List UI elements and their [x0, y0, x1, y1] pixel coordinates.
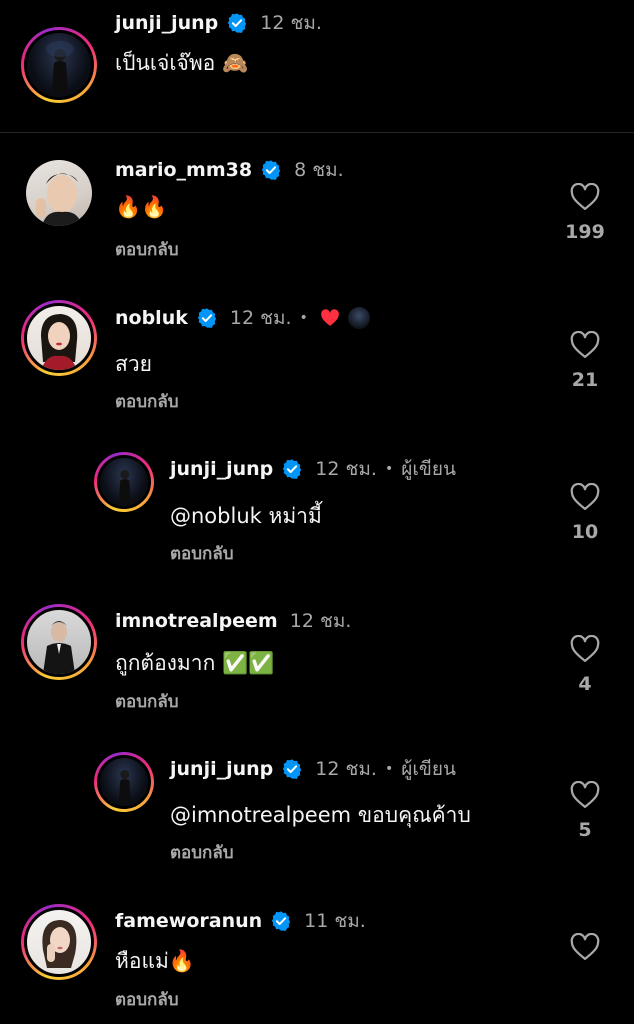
- heart-outline-icon[interactable]: [570, 933, 600, 961]
- comment-time: 12 ชม.: [315, 758, 377, 780]
- username[interactable]: junji_junp: [170, 758, 273, 780]
- username[interactable]: fameworanun: [115, 910, 262, 932]
- like-control: 21: [565, 331, 605, 391]
- reply-item: junji_junp 12 ชม. • ผู้เขียน @nobluk หม่…: [0, 437, 634, 577]
- avatar[interactable]: [94, 752, 154, 812]
- reply-button[interactable]: ตอบกลับ: [115, 236, 179, 263]
- comment-text: 🔥🔥: [115, 195, 168, 219]
- separator-dot: •: [384, 761, 394, 777]
- caption-text: เป็นเจ่เจ๊พอ 🙈: [115, 51, 249, 75]
- like-count: 5: [578, 819, 592, 841]
- heart-outline-icon[interactable]: [570, 781, 600, 809]
- like-count: 21: [571, 369, 599, 391]
- separator-dot: •: [299, 310, 308, 326]
- author-tag: ผู้เขียน: [401, 458, 456, 480]
- heart-outline-icon[interactable]: [570, 635, 600, 663]
- mention-link[interactable]: @nobluk: [170, 504, 262, 528]
- avatar[interactable]: [21, 300, 97, 376]
- reply-button[interactable]: ตอบกลับ: [170, 839, 234, 866]
- like-control: [565, 933, 605, 961]
- avatar[interactable]: [21, 604, 97, 680]
- avatar[interactable]: [21, 904, 97, 980]
- comment-text: @imnotrealpeem ขอบคุณค้าบ: [170, 799, 471, 832]
- verified-badge-icon: [228, 13, 247, 33]
- comment-time: 12 ชม.: [260, 12, 322, 34]
- avatar[interactable]: [94, 452, 154, 512]
- comments-screen: junji_junp 12 ชม. เป็นเจ่เจ๊พอ 🙈 mario_m…: [0, 0, 634, 1024]
- author-tag: ผู้เขียน: [401, 758, 456, 780]
- verified-badge-icon: [271, 911, 291, 931]
- comment-text: @nobluk หม่ามี้: [170, 500, 322, 533]
- avatar[interactable]: [26, 160, 92, 226]
- verified-badge-icon: [283, 759, 302, 779]
- username[interactable]: junji_junp: [170, 458, 273, 480]
- comment-time: 8 ชม.: [294, 159, 344, 181]
- like-count: 4: [578, 673, 592, 695]
- like-control: 5: [565, 781, 605, 841]
- comment-text: หือแม่🔥: [115, 949, 195, 973]
- comment-time: 12 ชม.: [315, 458, 377, 480]
- heart-outline-icon[interactable]: [570, 183, 600, 211]
- mention-link[interactable]: @imnotrealpeem: [170, 803, 351, 827]
- heart-outline-icon[interactable]: [570, 331, 600, 359]
- username[interactable]: mario_mm38: [115, 159, 252, 181]
- reply-button[interactable]: ตอบกลับ: [115, 388, 179, 415]
- comment-time: 11 ชม.: [304, 910, 366, 932]
- reply-button[interactable]: ตอบกลับ: [170, 540, 234, 567]
- verified-badge-icon: [283, 459, 302, 479]
- reply-button[interactable]: ตอบกลับ: [115, 688, 179, 715]
- separator-dot: •: [384, 461, 394, 477]
- comment-text: สวย: [115, 352, 152, 376]
- like-count: 10: [571, 521, 599, 543]
- comment-text: ถูกต้องมาก ✅✅: [115, 651, 275, 675]
- like-control: 4: [565, 635, 605, 695]
- reply-text: หม่ามี้: [268, 504, 322, 528]
- username[interactable]: nobluk: [115, 307, 188, 329]
- verified-badge-icon: [261, 160, 281, 180]
- like-control: 10: [565, 483, 605, 543]
- comment-time: 12 ชม.: [289, 610, 352, 632]
- username[interactable]: imnotrealpeem: [115, 610, 278, 632]
- heart-filled-icon: [320, 309, 339, 326]
- comment-item: mario_mm38 8 ชม. 🔥🔥 ตอบกลับ 199: [0, 133, 634, 273]
- reply-button[interactable]: ตอบกลับ: [115, 986, 179, 1013]
- reply-item: junji_junp 12 ชม. • ผู้เขียน @imnotrealp…: [0, 737, 634, 877]
- avatar[interactable]: [21, 27, 97, 103]
- like-control: 199: [565, 183, 605, 243]
- reply-text: ขอบคุณค้าบ: [357, 803, 471, 827]
- username[interactable]: junji_junp: [115, 12, 218, 34]
- creator-avatar: [347, 307, 370, 329]
- comment-time: 12 ชม.: [229, 307, 292, 329]
- verified-badge-icon: [197, 308, 217, 328]
- heart-outline-icon[interactable]: [570, 483, 600, 511]
- comment-item: nobluk 12 ชม. • สวย ตอบกลับ 21: [0, 285, 634, 425]
- comment-item: imnotrealpeem 12 ชม. ถูกต้องมาก ✅✅ ตอบกล…: [0, 589, 634, 729]
- post-caption: junji_junp 12 ชม. เป็นเจ่เจ๊พอ 🙈: [0, 0, 634, 133]
- comment-item: fameworanun 11 ชม. หือแม่🔥 ตอบกลับ: [0, 889, 634, 1024]
- like-count: 199: [565, 221, 605, 243]
